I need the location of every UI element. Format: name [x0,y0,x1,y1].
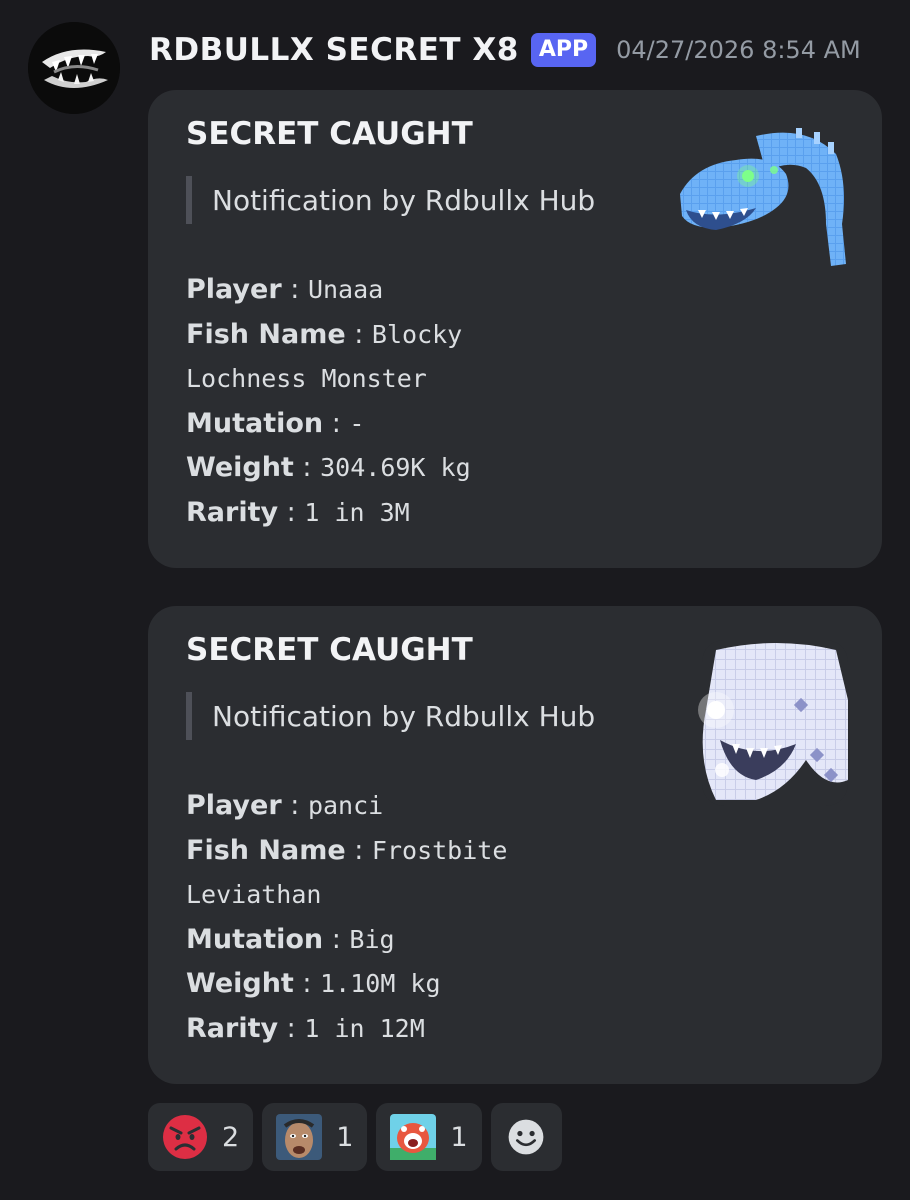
bot-avatar[interactable] [28,22,120,114]
author-name[interactable]: RDBULLX SECRET X8 [149,32,519,68]
field-value: Unaaa [307,275,384,304]
field-label: Rarity [186,496,279,528]
app-badge: APP [530,33,597,67]
embed-card: SECRET CAUGHT Notification by Rdbullx Hu… [148,606,882,1084]
field-value: Leviathan [186,880,322,909]
field-value: 1 in 3M [304,497,410,527]
field-mutation: Mutation : Big [186,923,395,955]
field-fish-name-cont: Leviathan [186,873,646,918]
reaction-angry[interactable]: 2 [148,1103,254,1171]
field-label: Mutation [186,923,324,955]
field-label: Player [186,790,282,821]
field-value: panci [307,791,384,820]
white-frost-leviathan-icon [698,640,848,806]
reactions-bar: 2 1 1 [148,1103,562,1171]
field-label: Mutation [186,407,324,439]
embed-fields: Player : panci Fish Name : Frostbite Lev… [186,784,646,1051]
field-fish-name: Fish Name : Blocky [186,318,463,350]
embed-thumbnail[interactable] [676,640,848,806]
field-value: Big [349,924,395,954]
embed-fields: Player : Unaaa Fish Name : Blocky Lochne… [186,268,646,535]
field-player: Player : panci [186,790,384,821]
reaction-custom-face[interactable]: 1 [262,1103,368,1171]
add-reaction-button[interactable] [490,1103,562,1171]
add-reaction-smiley-icon [508,1119,544,1155]
field-value: Lochness Monster [186,364,427,393]
custom-face-photo-icon [276,1114,323,1160]
embed-thumbnail[interactable] [676,124,848,274]
field-label: Fish Name [186,318,346,350]
reaction-count: 1 [450,1121,468,1153]
reaction-count: 2 [222,1121,240,1153]
embed-card: SECRET CAUGHT Notification by Rdbullx Hu… [148,90,882,568]
message-header: RDBULLX SECRET X8 APP 04/27/2026 8:54 AM [149,26,861,74]
field-player: Player : Unaaa [186,274,384,305]
field-label: Weight [186,968,294,999]
field-mutation: Mutation : - [186,407,365,439]
fanged-mouth-logo-icon [28,22,120,114]
custom-screaming-cartoon-icon [390,1114,437,1160]
field-value: 304.69K kg [320,453,471,482]
reaction-custom-cartoon[interactable]: 1 [376,1103,482,1171]
angry-face-icon [163,1115,207,1159]
embed-quote: Notification by Rdbullx Hub [186,692,595,740]
field-value: - [349,408,365,438]
field-label: Rarity [186,1012,279,1044]
field-label: Player [186,274,282,305]
message-timestamp: 04/27/2026 8:54 AM [616,36,861,64]
field-value: Frostbite [371,835,508,865]
embed-title: SECRET CAUGHT [186,116,473,152]
embed-quote: Notification by Rdbullx Hub [186,176,595,224]
reaction-count: 1 [336,1121,354,1153]
field-value: Blocky [371,319,463,349]
field-value: 1.10M kg [320,969,441,998]
field-value: 1 in 12M [304,1013,425,1043]
field-rarity: Rarity : 1 in 12M [186,1012,425,1044]
blue-sea-serpent-icon [680,128,846,266]
field-label: Weight [186,452,294,483]
field-rarity: Rarity : 1 in 3M [186,496,410,528]
embed-title: SECRET CAUGHT [186,632,473,668]
field-fish-name: Fish Name : Frostbite [186,834,508,866]
field-weight: Weight : 304.69K kg [186,452,471,483]
field-label: Fish Name [186,834,346,866]
field-weight: Weight : 1.10M kg [186,968,441,999]
field-fish-name-cont: Lochness Monster [186,357,646,402]
